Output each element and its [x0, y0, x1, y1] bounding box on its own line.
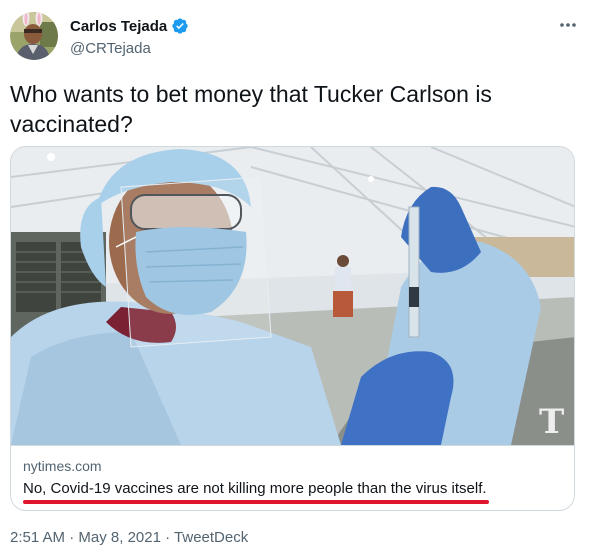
tweet-time[interactable]: 2:51 AM: [10, 529, 65, 546]
card-image: T: [11, 147, 574, 445]
author-handle[interactable]: @CRTejada: [70, 40, 151, 57]
nyt-watermark: T: [539, 402, 564, 442]
link-card[interactable]: T nytimes.com No, Covid-19 vaccines are …: [10, 146, 575, 511]
meta-separator: ·: [165, 529, 171, 546]
tweet-date[interactable]: May 8, 2021: [78, 529, 161, 546]
tweet-source[interactable]: TweetDeck: [174, 529, 248, 546]
author-name-row: Carlos Tejada: [70, 17, 189, 35]
avatar-image: [10, 12, 58, 60]
card-title: No, Covid-19 vaccines are not killing mo…: [23, 480, 487, 497]
avatar[interactable]: [10, 12, 58, 60]
card-domain: nytimes.com: [23, 458, 102, 474]
more-options-icon[interactable]: [557, 14, 579, 36]
meta-separator: ·: [69, 529, 75, 546]
verified-badge-icon: [171, 17, 189, 35]
red-underline-annotation: [23, 500, 489, 504]
tweet-text: Who wants to bet money that Tucker Carls…: [10, 81, 492, 137]
author-display-name[interactable]: Carlos Tejada: [70, 18, 167, 35]
tweet-meta: 2:51 AM · May 8, 2021 · TweetDeck: [10, 529, 248, 546]
